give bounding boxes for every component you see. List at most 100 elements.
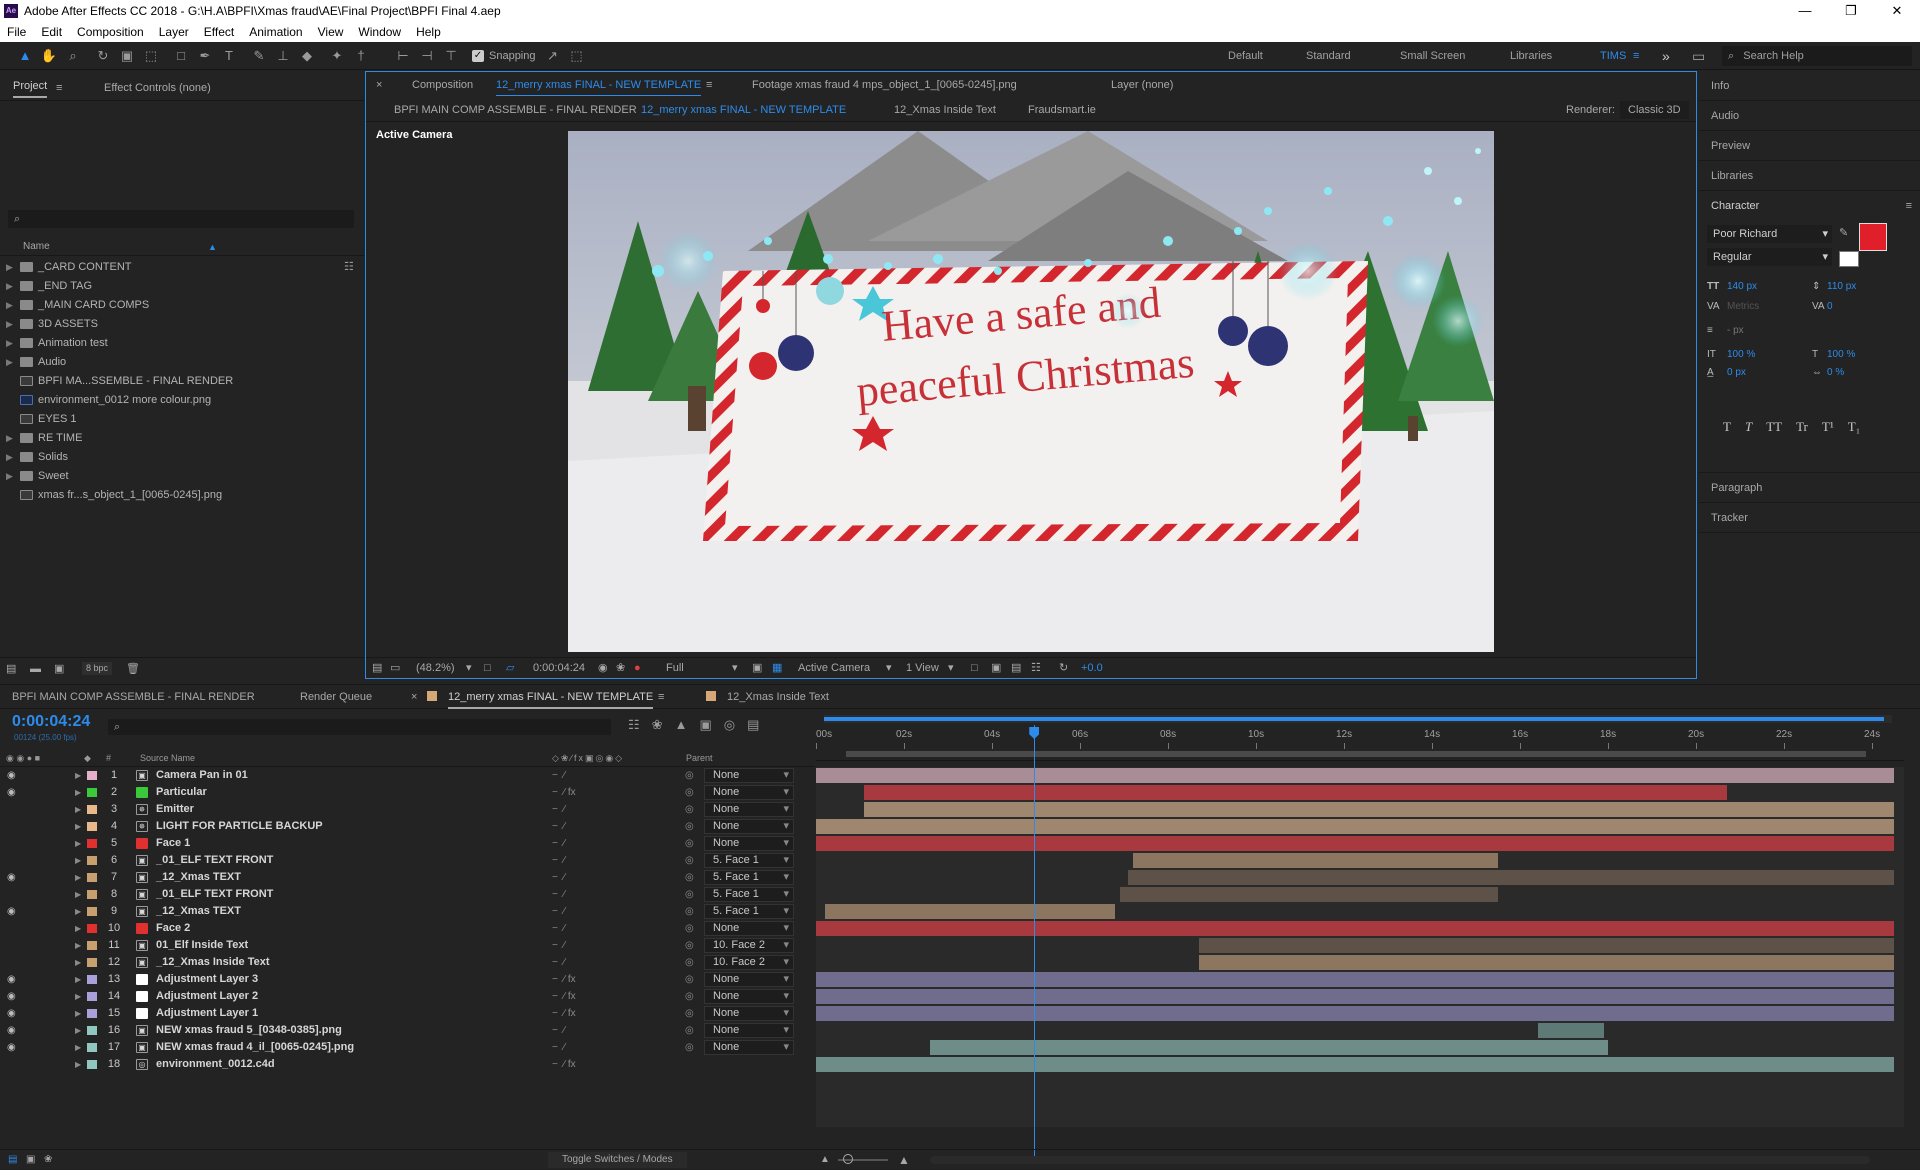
expand-triangle-icon[interactable]: ▶	[6, 448, 13, 467]
workspace-tims[interactable]: TIMS	[1600, 42, 1626, 70]
more-workspaces-button[interactable]: »	[1662, 42, 1670, 70]
stroke-color-swatch[interactable]	[1839, 251, 1859, 267]
name-column-header[interactable]: Name	[23, 238, 50, 256]
layer-label-color[interactable]	[87, 873, 97, 882]
dropdown-icon[interactable]: ▾	[886, 658, 892, 679]
layer-name[interactable]: _01_ELF TEXT FRONT	[156, 852, 273, 869]
layer-label-color[interactable]	[87, 1009, 97, 1018]
menu-composition[interactable]: Composition	[70, 25, 152, 39]
time-navigator-range[interactable]	[824, 717, 1884, 721]
layer-switches[interactable]: − ∕	[552, 801, 565, 818]
expand-triangle-icon[interactable]: ▶	[75, 835, 81, 852]
menu-edit[interactable]: Edit	[34, 25, 70, 39]
parent-pickwhip-icon[interactable]: ◎	[685, 852, 694, 869]
comp-mini-flowchart-icon[interactable]: ☷	[628, 717, 640, 733]
fit-icon[interactable]: □	[484, 658, 491, 679]
tab-project[interactable]: Project	[13, 74, 48, 98]
libraries-panel[interactable]: Libraries	[1699, 161, 1920, 191]
snap-grid-icon[interactable]: ⬚	[566, 45, 588, 67]
expand-triangle-icon[interactable]: ▶	[75, 869, 81, 886]
parent-select[interactable]: 10. Face 2	[704, 955, 794, 970]
dropdown-icon[interactable]: ▾	[466, 658, 472, 679]
leading-value[interactable]: 110 px	[1827, 281, 1856, 292]
parent-select[interactable]: None	[704, 1023, 794, 1038]
layer-switches[interactable]: − ∕	[552, 903, 565, 920]
parent-pickwhip-icon[interactable]: ◎	[685, 903, 694, 920]
zoom-in-icon[interactable]: ▲	[898, 1150, 910, 1170]
maximize-button[interactable]: ❐	[1828, 0, 1874, 21]
project-item[interactable]: ▶ RE TIME	[0, 429, 360, 448]
visibility-eye-icon[interactable]: ◉	[7, 1005, 16, 1022]
layer-switches[interactable]: − ∕ fx	[552, 1005, 576, 1022]
layer-switches[interactable]: − ∕	[552, 1039, 565, 1056]
in-out-pane-icon[interactable]: ❀	[44, 1150, 52, 1170]
layer-switches[interactable]: − ∕	[552, 886, 565, 903]
layer-duration-bar[interactable]	[1198, 938, 1894, 953]
font-size-value[interactable]: 140 px	[1727, 281, 1757, 292]
layer-duration-bar[interactable]	[930, 1040, 1608, 1055]
layer-row[interactable]: ▶ 5 Face 1 − ∕ ◎ None	[0, 835, 815, 852]
vertical-scale-value[interactable]: 100 %	[1727, 349, 1755, 360]
project-item[interactable]: ▶ 3D ASSETS	[0, 315, 360, 334]
mask-visibility-icon[interactable]: ▱	[506, 658, 514, 679]
zoom-out-icon[interactable]: ▲	[820, 1150, 830, 1170]
comp-tab-name[interactable]: 12_merry xmas FINAL - NEW TEMPLATE	[496, 75, 702, 96]
layer-duration-bar[interactable]	[1119, 887, 1498, 902]
tab-render-queue[interactable]: Render Queue	[300, 685, 372, 709]
world-axis-icon[interactable]: ⊣	[416, 45, 438, 67]
layer-row[interactable]: ◉ ▶ 9 ▣ _12_Xmas TEXT − ∕ ◎ 5. Face 1	[0, 903, 815, 920]
workspace-libraries[interactable]: Libraries	[1510, 42, 1552, 70]
tracker-panel[interactable]: Tracker	[1699, 503, 1920, 533]
timeline-icon[interactable]: ▤	[1011, 658, 1021, 679]
breadcrumb-fraudsmart[interactable]: Fraudsmart.ie	[1028, 98, 1096, 122]
breadcrumb-merry-xmas[interactable]: 12_merry xmas FINAL - NEW TEMPLATE	[641, 98, 846, 122]
exposure-value[interactable]: +0.0	[1081, 658, 1103, 679]
shy-layers-icon[interactable]: ▲	[675, 717, 688, 733]
project-item[interactable]: BPFI MA...SSEMBLE - FINAL RENDER	[0, 372, 360, 391]
project-item[interactable]: EYES 1	[0, 410, 360, 429]
layer-label-color[interactable]	[87, 975, 97, 984]
visibility-eye-icon[interactable]: ◉	[7, 869, 16, 886]
layer-duration-bar[interactable]	[1198, 955, 1894, 970]
snapshot-icon[interactable]: ◉	[598, 658, 608, 679]
menu-animation[interactable]: Animation	[242, 25, 310, 39]
layer-switches[interactable]: − ∕ fx	[552, 971, 576, 988]
expand-triangle-icon[interactable]: ▶	[75, 954, 81, 971]
frame-blending-icon[interactable]: ▣	[699, 717, 711, 733]
font-style-select[interactable]: Regular ▾	[1707, 248, 1832, 266]
project-item[interactable]: ▶ _END TAG	[0, 277, 360, 296]
small-caps-button[interactable]: Tr	[1796, 419, 1808, 437]
parent-select[interactable]: None	[704, 921, 794, 936]
menu-file[interactable]: File	[0, 25, 34, 39]
audio-panel[interactable]: Audio	[1699, 101, 1920, 131]
layer-label-color[interactable]	[87, 1043, 97, 1052]
layer-row[interactable]: ◉ ▶ 17 ▣ NEW xmas fraud 4_il_[0065-0245].png…	[0, 1039, 815, 1056]
parent-select[interactable]: None	[704, 836, 794, 851]
flowchart-icon[interactable]: ☷	[344, 260, 354, 273]
layer-name[interactable]: Adjustment Layer 2	[156, 988, 258, 1005]
renderer-select[interactable]: Classic 3D	[1620, 101, 1689, 119]
close-tab-icon[interactable]: ×	[411, 685, 417, 709]
layer-switches[interactable]: − ∕	[552, 818, 565, 835]
expand-triangle-icon[interactable]: ▶	[75, 1039, 81, 1056]
workspace-standard[interactable]: Standard	[1306, 42, 1351, 70]
source-name-header[interactable]: Source Name	[140, 749, 195, 767]
time-navigator[interactable]	[824, 715, 1892, 723]
search-help-field[interactable]: ⌕ Search Help	[1722, 46, 1912, 66]
breadcrumb-main-comp[interactable]: BPFI MAIN COMP ASSEMBLE - FINAL RENDER	[394, 98, 637, 122]
dropdown-icon[interactable]: ▾	[948, 658, 954, 679]
font-family-select[interactable]: Poor Richard ▾	[1707, 225, 1832, 243]
zoom-select[interactable]: (48.2%)	[416, 658, 455, 679]
kerning-value[interactable]: Metrics	[1727, 301, 1759, 312]
visibility-eye-icon[interactable]: ◉	[7, 784, 16, 801]
layer-row[interactable]: ▶ 12 ▣ _12_Xmas Inside Text − ∕ ◎ 10. Face 2	[0, 954, 815, 971]
layer-label-color[interactable]	[87, 822, 97, 831]
layer-row[interactable]: ◉ ▶ 16 ▣ NEW xmas fraud 5_[0348-0385].png − ∕…	[0, 1022, 815, 1039]
layer-switches-pane-icon[interactable]: ▤	[8, 1150, 17, 1170]
layer-switches[interactable]: − ∕ fx	[552, 988, 576, 1005]
workspace-small-screen[interactable]: Small Screen	[1400, 42, 1465, 70]
layer-name[interactable]: _12_Xmas TEXT	[156, 903, 241, 920]
layer-duration-bar[interactable]	[816, 819, 1894, 834]
parent-pickwhip-icon[interactable]: ◎	[685, 1005, 694, 1022]
expand-triangle-icon[interactable]: ▶	[75, 1056, 81, 1073]
